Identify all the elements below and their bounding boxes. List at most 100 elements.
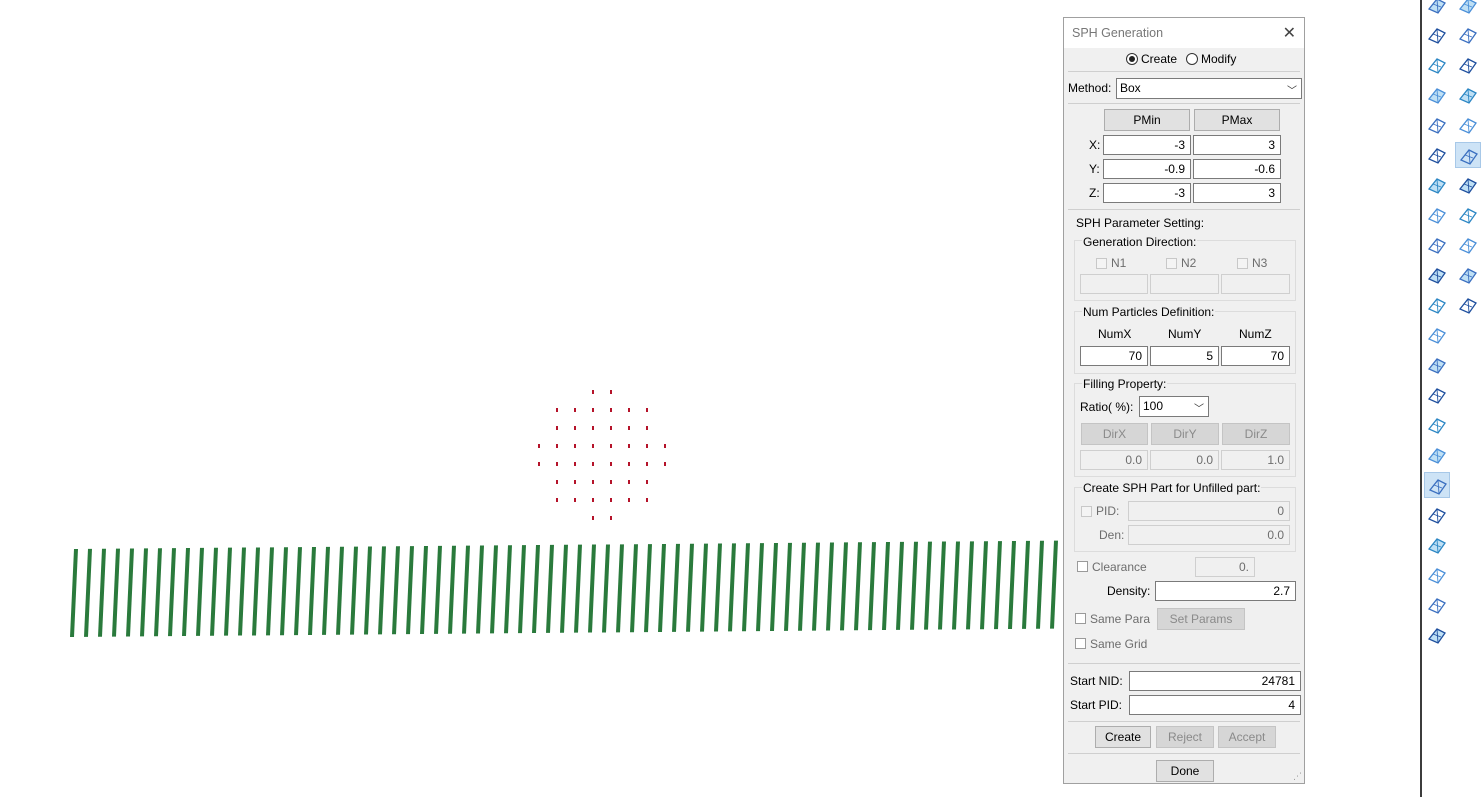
n2-field[interactable] xyxy=(1150,274,1219,294)
magnet-u-icon[interactable] xyxy=(1424,472,1450,498)
start-pid-field[interactable]: 4 xyxy=(1129,695,1301,715)
method-value: Box xyxy=(1120,81,1141,95)
box-icon[interactable] xyxy=(1424,0,1450,18)
layers-icon[interactable] xyxy=(1424,322,1450,348)
n2-checkbox[interactable] xyxy=(1166,258,1177,269)
start-nid-field[interactable]: 24781 xyxy=(1129,671,1301,691)
plane-icon[interactable] xyxy=(1424,82,1450,108)
n1-field[interactable] xyxy=(1080,274,1148,294)
slab-particle-column xyxy=(966,541,974,630)
cube-mesh-icon[interactable] xyxy=(1455,52,1481,78)
mesh-check-icon[interactable] xyxy=(1455,292,1481,318)
method-select[interactable]: Box ﹀ xyxy=(1116,78,1302,99)
numx-label: NumX xyxy=(1098,327,1132,341)
sph-particles-icon[interactable] xyxy=(1455,142,1481,168)
numz-field[interactable]: 70 xyxy=(1221,346,1290,366)
z-min-field[interactable]: -3 xyxy=(1103,183,1191,203)
dialog-titlebar[interactable]: SPH Generation ✕ xyxy=(1064,18,1304,48)
same-grid-checkbox[interactable] xyxy=(1075,638,1086,649)
dirz-field[interactable]: 1.0 xyxy=(1221,450,1290,470)
diry-button[interactable]: DirY xyxy=(1151,423,1219,445)
slab-particle-column xyxy=(182,548,190,637)
x-max-field[interactable]: 3 xyxy=(1193,135,1281,155)
slab-particle-column xyxy=(1008,540,1016,629)
sphere-particle xyxy=(574,408,576,412)
slab-particle-column xyxy=(210,547,218,636)
x-min-field[interactable]: -3 xyxy=(1103,135,1191,155)
magnet-icon[interactable] xyxy=(1424,442,1450,468)
axis-mesh-icon[interactable] xyxy=(1424,292,1450,318)
cube-solid-icon[interactable] xyxy=(1424,172,1450,198)
create-button[interactable]: Create xyxy=(1095,726,1151,748)
slab-particle-column xyxy=(434,545,442,634)
n3-field[interactable] xyxy=(1221,274,1290,294)
m-node-icon[interactable] xyxy=(1455,82,1481,108)
mesh-grid-icon[interactable] xyxy=(1424,112,1450,138)
stethoscope-icon[interactable] xyxy=(1424,592,1450,618)
numx-field[interactable]: 70 xyxy=(1080,346,1148,366)
transfer-icon[interactable] xyxy=(1455,262,1481,288)
close-icon[interactable]: ✕ xyxy=(1283,23,1296,43)
report-icon[interactable] xyxy=(1455,0,1481,18)
numy-field[interactable]: 5 xyxy=(1150,346,1219,366)
create-radio[interactable] xyxy=(1126,53,1138,65)
density-field[interactable]: 2.7 xyxy=(1155,581,1296,601)
surface-mesh-icon[interactable] xyxy=(1424,52,1450,78)
sph-mesh-icon[interactable] xyxy=(1424,262,1450,288)
ms-icon[interactable] xyxy=(1424,532,1450,558)
dirx-button[interactable]: DirX xyxy=(1081,423,1148,445)
n3-checkbox[interactable] xyxy=(1237,258,1248,269)
y-min-field[interactable]: -0.9 xyxy=(1103,159,1191,179)
pid-checkbox[interactable] xyxy=(1081,506,1092,517)
n1-checkbox[interactable] xyxy=(1096,258,1107,269)
align-icon[interactable] xyxy=(1455,112,1481,138)
sphere-particles xyxy=(538,390,666,520)
resize-grip-icon[interactable]: ⋰ xyxy=(1293,771,1302,782)
pid-label: PID: xyxy=(1096,504,1120,518)
sphere-particle xyxy=(628,498,630,502)
sphere-particle xyxy=(646,462,648,466)
y-max-field[interactable]: -0.6 xyxy=(1193,159,1281,179)
same-para-checkbox[interactable] xyxy=(1075,613,1086,624)
sphere-particle xyxy=(556,498,558,502)
pid-field[interactable]: 0 xyxy=(1128,501,1290,521)
slab-particle-column xyxy=(644,544,652,633)
slab-particle-column xyxy=(924,541,932,630)
spark-grid-icon[interactable] xyxy=(1424,502,1450,528)
clearance-checkbox[interactable] xyxy=(1077,561,1088,572)
reject-button[interactable]: Reject xyxy=(1156,726,1214,748)
dirz-button[interactable]: DirZ xyxy=(1222,423,1290,445)
accept-button[interactable]: Accept xyxy=(1218,726,1276,748)
diry-field[interactable]: 0.0 xyxy=(1150,450,1219,470)
slab-particle-column xyxy=(574,544,582,633)
clearance-label: Clearance xyxy=(1092,560,1147,574)
search-mesh-icon[interactable] xyxy=(1424,622,1450,648)
clearance-field[interactable]: 0. xyxy=(1195,557,1255,577)
ratio-select[interactable]: 100 ﹀ xyxy=(1139,396,1209,417)
particle-cube-icon[interactable] xyxy=(1455,172,1481,198)
z-max-field[interactable]: 3 xyxy=(1193,183,1281,203)
triangle-mesh-icon[interactable] xyxy=(1424,352,1450,378)
sphere-particle xyxy=(610,516,612,520)
pmin-header: PMin xyxy=(1104,109,1190,131)
curve-icon[interactable] xyxy=(1424,22,1450,48)
quad-grid-icon[interactable] xyxy=(1424,412,1450,438)
pencil-icon[interactable] xyxy=(1424,562,1450,588)
grid-settings-icon[interactable] xyxy=(1424,382,1450,408)
numz-label: NumZ xyxy=(1239,327,1272,341)
sphere-solid-icon[interactable] xyxy=(1424,142,1450,168)
solid-map-icon[interactable] xyxy=(1424,202,1450,228)
rotate-mesh-icon[interactable] xyxy=(1455,22,1481,48)
dirx-field[interactable]: 0.0 xyxy=(1080,450,1148,470)
contour-icon[interactable] xyxy=(1455,232,1481,258)
modify-radio[interactable] xyxy=(1186,53,1198,65)
den-field[interactable]: 0.0 xyxy=(1128,525,1290,545)
n3-label: N3 xyxy=(1252,256,1268,270)
done-button[interactable]: Done xyxy=(1156,760,1214,782)
slab-particle-column xyxy=(1022,540,1030,629)
sphere-particle xyxy=(628,444,630,448)
ms-small-icon[interactable] xyxy=(1455,202,1481,228)
node-mesh-icon[interactable] xyxy=(1424,232,1450,258)
slab-particle-column xyxy=(364,546,372,635)
set-params-button[interactable]: Set Params xyxy=(1157,608,1245,630)
